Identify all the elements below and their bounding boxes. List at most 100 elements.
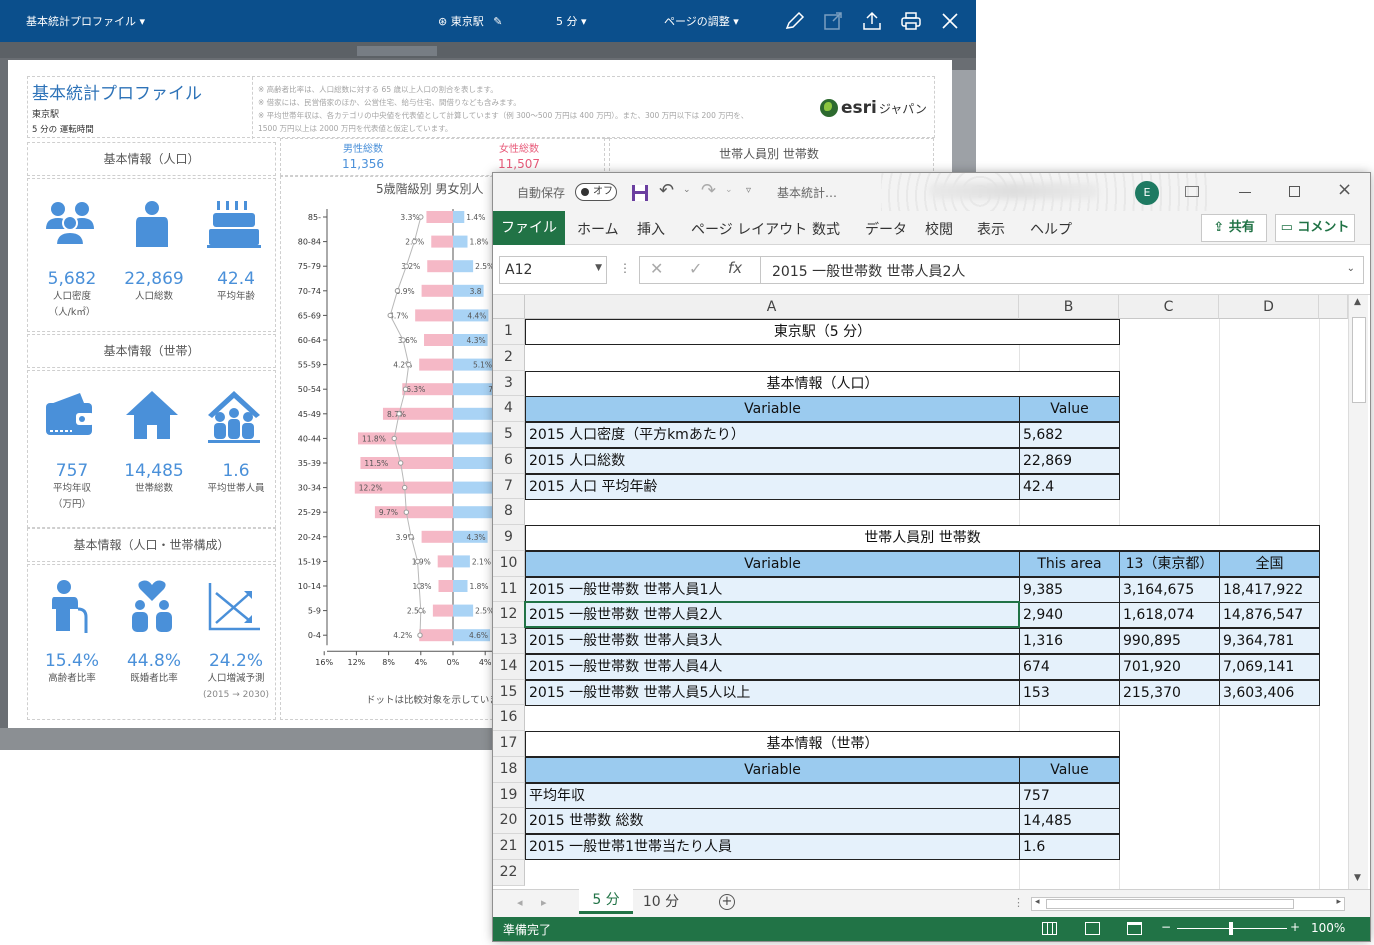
share-button[interactable]: ⇪ 共有 (1201, 214, 1267, 242)
data-cell[interactable]: 14,485 (1019, 808, 1120, 835)
zoom-level[interactable]: 100% (1311, 921, 1345, 935)
close-icon[interactable] (939, 11, 961, 31)
viewer-title-menu[interactable]: 基本統計プロファイル ▾ (26, 13, 145, 29)
name-box[interactable]: A12 ▼ (499, 256, 607, 284)
row-header[interactable]: 19 (493, 782, 525, 809)
row-header[interactable]: 3 (493, 370, 525, 397)
data-cell[interactable]: 701,920 (1119, 653, 1220, 680)
tab-review[interactable]: 校閲 (925, 219, 953, 239)
page-layout-view-icon[interactable] (1085, 922, 1100, 935)
data-cell[interactable]: 1,316 (1019, 628, 1120, 654)
location-selector[interactable]: ⊛ 東京駅 ✎ (438, 13, 502, 29)
autosave-toggle[interactable]: オフ (575, 183, 617, 201)
data-cell[interactable]: 5,682 (1019, 422, 1120, 448)
horizontal-scrollbar[interactable]: ◂ ▸ (1031, 897, 1345, 911)
data-cell[interactable]: 2015 一般世帯1世帯当たり人員 (525, 834, 1020, 860)
row-header[interactable]: 18 (493, 756, 525, 783)
data-cell[interactable]: 215,370 (1119, 679, 1220, 706)
ribbon-display-icon[interactable] (1185, 186, 1199, 197)
print-icon[interactable] (900, 11, 922, 31)
row-header[interactable]: 15 (493, 679, 525, 706)
data-cell[interactable]: 2015 一般世帯数 世帯人員1人 (525, 576, 1020, 603)
data-cell[interactable]: 2015 人口 平均年齢 (525, 473, 1020, 500)
formula-input[interactable]: 2015 一般世帯数 世帯人員2人 ⌄ (760, 256, 1364, 284)
row-header[interactable]: 14 (493, 653, 525, 680)
data-cell[interactable]: 674 (1019, 653, 1120, 680)
user-avatar[interactable]: E (1135, 181, 1159, 205)
normal-view-icon[interactable] (1042, 922, 1057, 935)
sheet-scroll-left-icon[interactable]: ◂ (517, 896, 523, 909)
row-header[interactable]: 2 (493, 344, 525, 371)
row-header[interactable]: 21 (493, 834, 525, 860)
row-header[interactable]: 13 (493, 628, 525, 654)
row-header[interactable]: 7 (493, 473, 525, 500)
maximize-icon[interactable] (1289, 186, 1300, 197)
undo-icon[interactable]: ↶ (659, 180, 674, 201)
section-heading-cell[interactable]: 世帯人員別 世帯数 (525, 525, 1320, 551)
data-cell[interactable]: 2015 世帯数 総数 (525, 808, 1020, 835)
insert-function-icon[interactable]: fx (728, 259, 742, 277)
data-cell[interactable]: 2015 人口密度（平方kmあたり） (525, 422, 1020, 448)
column-header-b[interactable]: B (1019, 295, 1119, 319)
row-header[interactable]: 4 (493, 396, 525, 422)
header-cell[interactable]: 13（東京都） (1119, 550, 1220, 577)
row-header[interactable]: 8 (493, 499, 525, 525)
vertical-scroll-thumb[interactable] (1352, 317, 1366, 403)
data-cell[interactable]: 7,069,141 (1219, 653, 1320, 680)
title-cell[interactable]: 東京駅（5 分） (525, 319, 1120, 345)
data-cell[interactable]: 2015 一般世帯数 世帯人員5人以上 (525, 679, 1020, 706)
row-header[interactable]: 1 (493, 319, 525, 345)
data-cell[interactable]: 2015 人口総数 (525, 447, 1020, 474)
share-upload-icon[interactable] (861, 11, 883, 31)
column-header-a[interactable]: A (525, 295, 1019, 319)
row-header[interactable]: 20 (493, 808, 525, 834)
row-header[interactable]: 9 (493, 525, 525, 551)
data-cell[interactable]: 22,869 (1019, 447, 1120, 474)
page-break-view-icon[interactable] (1127, 922, 1142, 935)
data-cell[interactable]: 2015 一般世帯数 世帯人員4人 (525, 653, 1020, 680)
data-cell[interactable]: 9,385 (1019, 576, 1120, 603)
data-cell[interactable]: 平均年収 (525, 782, 1020, 809)
row-header[interactable]: 6 (493, 447, 525, 474)
horizontal-scroll-thumb[interactable] (1046, 899, 1294, 909)
header-cell[interactable]: Value (1019, 756, 1120, 783)
undo-dropdown-icon[interactable]: ⌄ (683, 185, 691, 195)
row-header[interactable]: 10 (493, 550, 525, 577)
close-window-icon[interactable]: × (1337, 179, 1352, 200)
redo-icon[interactable]: ↷ (701, 180, 716, 201)
data-cell[interactable]: 2015 一般世帯数 世帯人員2人 (525, 602, 1020, 629)
select-all-corner[interactable] (493, 295, 525, 319)
sheet-tab-5min[interactable]: 5 分 (579, 889, 633, 914)
column-header-e[interactable] (1319, 295, 1348, 319)
data-cell[interactable]: 1,618,074 (1119, 602, 1220, 629)
zoom-out-icon[interactable]: − (1161, 920, 1171, 934)
tab-help[interactable]: ヘルプ (1030, 219, 1072, 239)
data-cell[interactable]: 9,364,781 (1219, 628, 1320, 654)
comment-button[interactable]: ▭ コメント (1275, 214, 1355, 242)
data-cell[interactable]: 757 (1019, 782, 1120, 809)
vertical-scrollbar[interactable]: ▲ ▼ (1348, 295, 1368, 889)
data-cell[interactable]: 3,603,406 (1219, 679, 1320, 706)
tab-view[interactable]: 表示 (977, 219, 1005, 239)
tab-insert[interactable]: 挿入 (637, 219, 665, 239)
row-header[interactable]: 17 (493, 731, 525, 757)
column-header-d[interactable]: D (1219, 295, 1319, 319)
row-header[interactable]: 22 (493, 859, 525, 886)
zoom-in-icon[interactable]: + (1290, 920, 1300, 934)
formula-bar-options-icon[interactable]: ⋮ (619, 261, 631, 275)
header-cell[interactable]: Value (1019, 396, 1120, 423)
redo-dropdown-icon[interactable]: ⌄ (725, 185, 733, 195)
header-cell[interactable]: Variable (525, 756, 1020, 783)
data-cell[interactable]: 2015 一般世帯数 世帯人員3人 (525, 628, 1020, 654)
data-cell[interactable]: 153 (1019, 679, 1120, 706)
edit-pencil-icon[interactable]: ✎ (493, 15, 502, 28)
drive-time-dropdown[interactable]: 5 分 ▾ (556, 13, 587, 29)
save-icon[interactable] (631, 184, 649, 202)
section-heading-cell[interactable]: 基本情報（人口） (525, 370, 1120, 397)
cancel-entry-icon[interactable]: ✕ (650, 259, 663, 278)
zoom-slider-thumb[interactable] (1229, 922, 1233, 935)
quick-access-customize-icon[interactable]: ▿ (746, 185, 751, 196)
data-cell[interactable]: 18,417,922 (1219, 576, 1320, 603)
row-header[interactable]: 11 (493, 576, 525, 603)
row-header[interactable]: 12 (493, 602, 525, 628)
